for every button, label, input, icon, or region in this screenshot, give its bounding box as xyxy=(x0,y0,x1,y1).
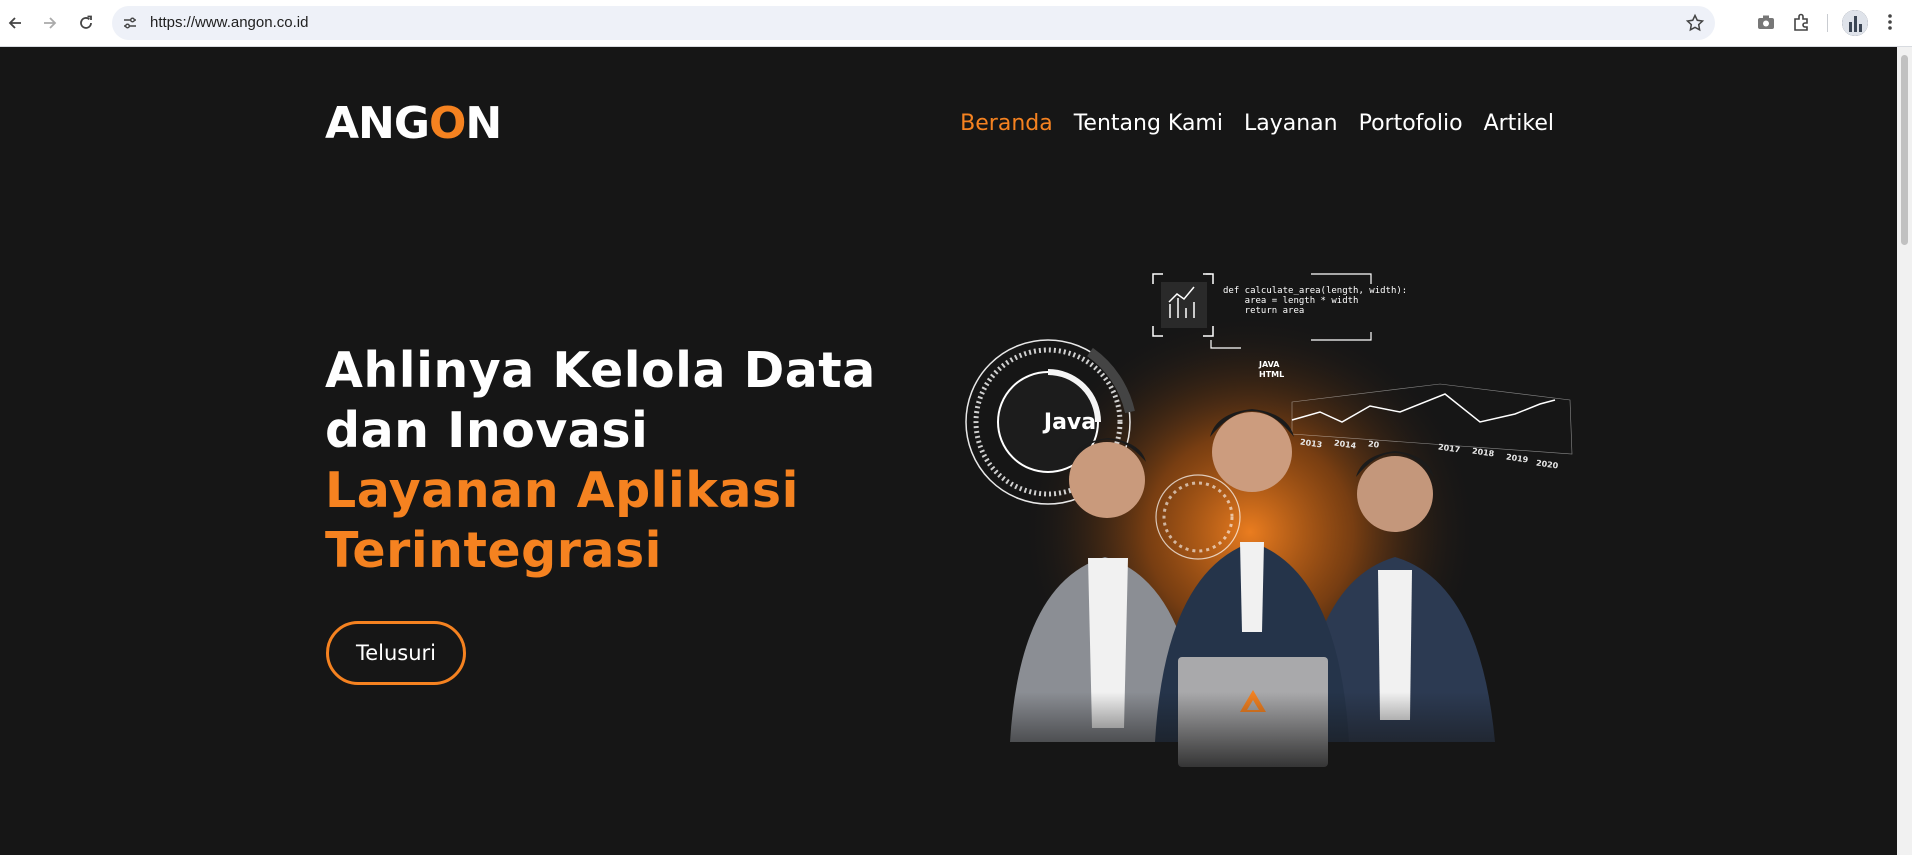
hero-line-2: dan Inovasi xyxy=(325,402,649,459)
site-info-icon[interactable] xyxy=(122,15,138,31)
hero-line-3: Layanan Aplikasi xyxy=(325,462,799,519)
hero-illustration: Java def calculate_area(length, width): … xyxy=(940,272,1600,787)
forward-arrow-icon[interactable] xyxy=(35,8,65,38)
url-text[interactable]: https://www.angon.co.id xyxy=(150,14,308,31)
language-list: JAVA HTML xyxy=(1259,360,1284,380)
java-label: Java xyxy=(1043,410,1097,435)
page-scrollbar[interactable] xyxy=(1897,47,1912,855)
bookmark-star-icon[interactable] xyxy=(1685,13,1705,33)
logo-text: ANG xyxy=(325,98,430,149)
year-label: 20 xyxy=(1367,439,1380,450)
back-arrow-icon[interactable] xyxy=(0,8,30,38)
language-java: JAVA xyxy=(1259,360,1280,369)
extensions-icon[interactable] xyxy=(1791,11,1813,33)
hero-line-1: Ahlinya Kelola Data xyxy=(325,342,876,399)
main-nav: Beranda Tentang Kami Layanan Portofolio … xyxy=(960,113,1554,135)
logo-text-end: N xyxy=(465,98,502,149)
telusuri-button[interactable]: Telusuri xyxy=(326,621,466,685)
nav-item-layanan[interactable]: Layanan xyxy=(1244,113,1338,135)
site-logo[interactable]: ANGON xyxy=(325,102,502,146)
page-content: ANGON Beranda Tentang Kami Layanan Porto… xyxy=(0,47,1897,855)
reload-icon[interactable] xyxy=(71,8,101,38)
kebab-menu-icon[interactable] xyxy=(1879,11,1901,33)
browser-toolbar: https://www.angon.co.id xyxy=(0,0,1912,47)
logo-accent-letter: O xyxy=(429,98,466,149)
nav-item-portofolio[interactable]: Portofolio xyxy=(1359,113,1463,135)
hero-line-4: Terintegrasi xyxy=(325,522,662,579)
scrollbar-thumb[interactable] xyxy=(1901,55,1908,245)
nav-item-artikel[interactable]: Artikel xyxy=(1484,113,1554,135)
team-photo-illustration xyxy=(940,273,1600,787)
address-bar[interactable]: https://www.angon.co.id xyxy=(112,6,1715,40)
language-html: HTML xyxy=(1259,370,1285,379)
profile-avatar[interactable] xyxy=(1842,10,1868,36)
hero-heading: Ahlinya Kelola Data dan Inovasi Layanan … xyxy=(325,341,876,581)
code-snippet: def calculate_area(length, width): area … xyxy=(1223,286,1408,316)
camera-icon[interactable] xyxy=(1755,11,1777,33)
nav-item-beranda[interactable]: Beranda xyxy=(960,113,1053,135)
nav-item-tentang-kami[interactable]: Tentang Kami xyxy=(1074,113,1223,135)
toolbar-divider xyxy=(1827,14,1828,32)
